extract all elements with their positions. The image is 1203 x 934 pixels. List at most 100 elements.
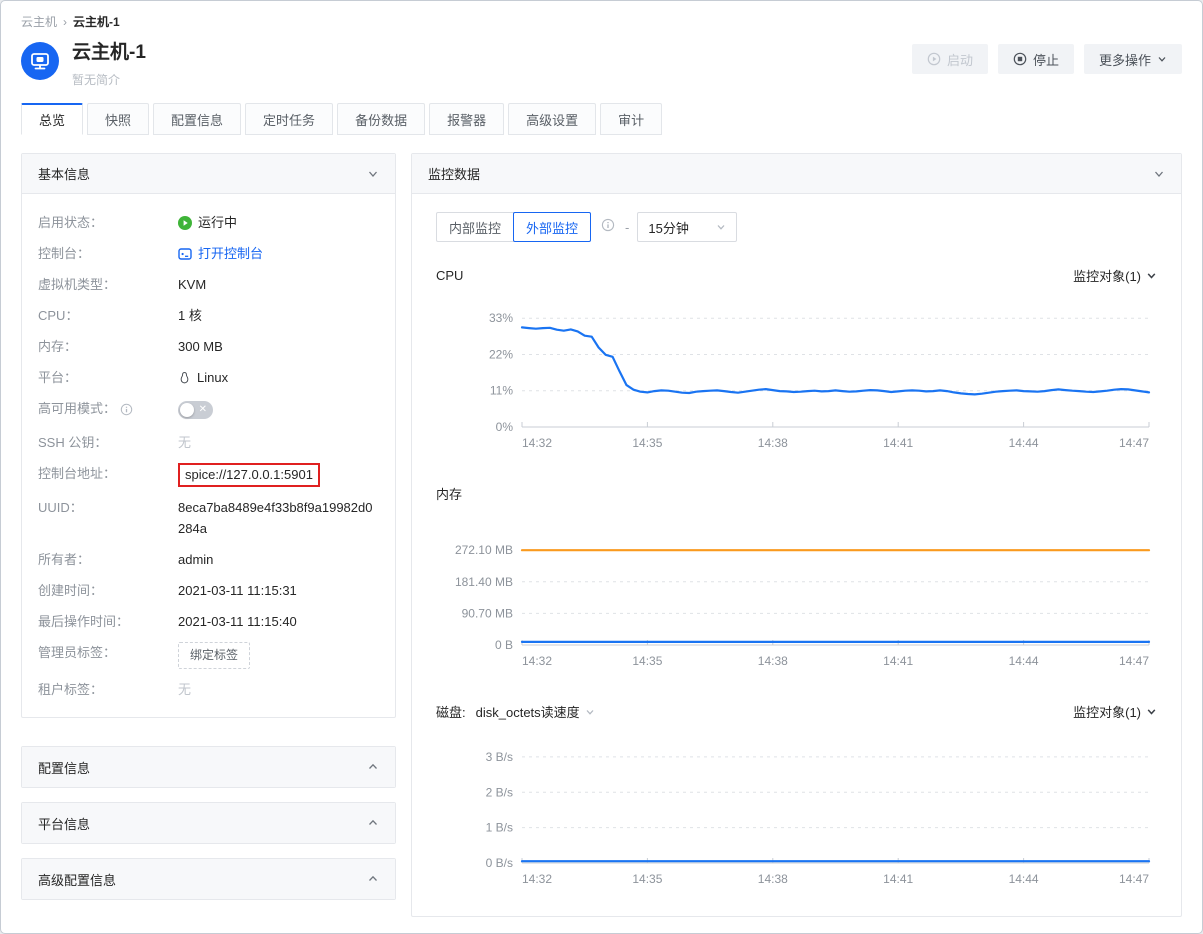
memory-chart-title: 内存: [436, 484, 462, 503]
svg-text:0%: 0%: [496, 420, 514, 434]
page-header: 云主机-1 暂无简介 启动 停止 更多操作: [1, 30, 1202, 88]
svg-text:11%: 11%: [490, 384, 513, 398]
field-admin-tags-value: 绑定标签: [178, 642, 379, 669]
field-create-time-value: 2021-03-11 11:15:31: [178, 580, 379, 601]
tab-scheduled-tasks[interactable]: 定时任务: [245, 103, 333, 135]
svg-text:14:32: 14:32: [522, 654, 552, 668]
memory-section-header: 内存: [412, 460, 1181, 503]
page-title: 云主机-1: [72, 42, 146, 64]
memory-chart: 0 B90.70 MB181.40 MB272.10 MB14:3214:351…: [412, 503, 1181, 678]
svg-text:14:41: 14:41: [883, 654, 913, 668]
svg-text:14:32: 14:32: [522, 436, 552, 450]
period-select[interactable]: 15分钟: [637, 212, 737, 242]
info-icon[interactable]: [120, 403, 133, 416]
field-ssh-key-value: 无: [178, 432, 379, 453]
svg-text:14:44: 14:44: [1009, 654, 1039, 668]
field-ha-mode-value: ✕: [178, 398, 379, 422]
tab-audit[interactable]: 审计: [600, 103, 662, 135]
field-console-address-label: 控制台地址：: [38, 463, 178, 487]
more-actions-button[interactable]: 更多操作: [1084, 44, 1182, 74]
field-last-op-time-label: 最后操作时间：: [38, 611, 178, 632]
chevron-down-icon: [716, 222, 726, 232]
field-platform-label: 平台：: [38, 367, 178, 388]
svg-text:3 B/s: 3 B/s: [486, 750, 513, 764]
field-console-value[interactable]: 打开控制台: [178, 243, 379, 264]
svg-text:14:38: 14:38: [758, 436, 788, 450]
field-hypervisor-label: 虚拟机类型：: [38, 274, 178, 295]
panel-advanced-info-header[interactable]: 高级配置信息: [22, 859, 395, 899]
running-status-icon: [178, 216, 192, 230]
tab-config-info[interactable]: 配置信息: [153, 103, 241, 135]
info-icon[interactable]: [601, 218, 615, 237]
field-create-time: 创建时间：2021-03-11 11:15:31: [22, 580, 395, 601]
chevron-down-icon: [1146, 270, 1157, 281]
field-cpu-label: CPU：: [38, 305, 178, 326]
breadcrumb-root[interactable]: 云主机: [21, 13, 57, 30]
svg-text:14:41: 14:41: [883, 872, 913, 886]
console-icon: [178, 247, 192, 261]
field-ssh-key: SSH 公钥：无: [22, 432, 395, 453]
tab-alarms[interactable]: 报警器: [429, 103, 504, 135]
tab-snapshot[interactable]: 快照: [87, 103, 149, 135]
field-memory-label: 内存：: [38, 336, 178, 357]
field-console-address: 控制台地址：spice://127.0.0.1:5901: [22, 463, 395, 487]
tab-advanced-settings[interactable]: 高级设置: [508, 103, 596, 135]
left-column: 基本信息 启用状态：运行中控制台：打开控制台虚拟机类型：KVMCPU：1 核内存…: [21, 153, 396, 900]
panel-platform-info-header[interactable]: 平台信息: [22, 803, 395, 843]
tab-bar: 总览快照配置信息定时任务备份数据报警器高级设置审计: [1, 88, 1202, 135]
panel-monitor-data-header[interactable]: 监控数据: [412, 154, 1181, 194]
stop-button[interactable]: 停止: [998, 44, 1074, 74]
field-memory-value: 300 MB: [178, 336, 379, 357]
ha-mode-toggle[interactable]: ✕: [178, 401, 213, 419]
disk-chart: 0 B/s1 B/s2 B/s3 B/s14:3214:3514:3814:41…: [412, 721, 1181, 896]
tab-overview[interactable]: 总览: [21, 103, 83, 135]
breadcrumb-current: 云主机-1: [73, 13, 120, 30]
right-column: 监控数据 内部监控 外部监控: [411, 153, 1182, 917]
tab-backup-data[interactable]: 备份数据: [337, 103, 425, 135]
chevron-down-icon: [1146, 706, 1157, 717]
field-cpu: CPU：1 核: [22, 305, 395, 326]
field-ssh-key-label: SSH 公钥：: [38, 432, 178, 453]
chevron-up-icon: [367, 761, 379, 773]
start-button[interactable]: 启动: [912, 44, 988, 74]
field-create-time-label: 创建时间：: [38, 580, 178, 601]
breadcrumb-separator: ›: [63, 15, 67, 29]
svg-text:90.70 MB: 90.70 MB: [462, 606, 513, 620]
bind-tag-button[interactable]: 绑定标签: [178, 642, 250, 669]
disk-monitor-target-dropdown[interactable]: 监控对象(1): [1073, 702, 1157, 721]
panel-advanced-info: 高级配置信息: [21, 858, 396, 900]
info-icon[interactable]: [120, 401, 133, 422]
svg-text:33%: 33%: [489, 311, 513, 325]
svg-text:2 B/s: 2 B/s: [486, 785, 513, 799]
chevron-up-icon: [367, 873, 379, 885]
panel-config-info: 配置信息: [21, 746, 396, 788]
internal-monitor-button[interactable]: 内部监控: [436, 212, 514, 242]
cpu-chart-title: CPU: [436, 268, 463, 283]
panel-config-info-header[interactable]: 配置信息: [22, 747, 395, 787]
field-uuid: UUID：8eca7ba8489e4f33b8f9a19982d0284a: [22, 497, 395, 539]
field-tenant-tags-value: 无: [178, 679, 379, 700]
svg-text:0 B/s: 0 B/s: [486, 856, 513, 870]
svg-text:14:44: 14:44: [1009, 436, 1039, 450]
disk-metric-dropdown[interactable]: disk_octets读速度: [476, 702, 595, 721]
header-actions: 启动 停止 更多操作: [912, 42, 1182, 74]
panel-platform-info: 平台信息: [21, 802, 396, 844]
vm-detail-page: 云主机 › 云主机-1 云主机-1 暂无简介 启动: [0, 0, 1203, 934]
external-monitor-button[interactable]: 外部监控: [513, 212, 591, 242]
panel-monitor-data: 监控数据 内部监控 外部监控: [411, 153, 1182, 917]
linux-icon: [178, 371, 191, 385]
field-uuid-label: UUID：: [38, 497, 178, 539]
field-console-label: 控制台：: [38, 243, 178, 264]
field-owner-value: admin: [178, 549, 379, 570]
panel-basic-info-header[interactable]: 基本信息: [22, 154, 395, 194]
stop-icon: [1013, 52, 1027, 66]
svg-text:14:38: 14:38: [758, 872, 788, 886]
field-admin-tags-label: 管理员标签：: [38, 642, 178, 669]
svg-text:14:35: 14:35: [632, 654, 662, 668]
chevron-down-icon: [1157, 54, 1167, 64]
field-owner-label: 所有者：: [38, 549, 178, 570]
cpu-monitor-target-dropdown[interactable]: 监控对象(1): [1073, 266, 1157, 285]
svg-text:22%: 22%: [489, 347, 513, 361]
field-state: 启用状态：运行中: [22, 212, 395, 233]
monitor-source-segmented-control: 内部监控 外部监控: [436, 212, 591, 242]
